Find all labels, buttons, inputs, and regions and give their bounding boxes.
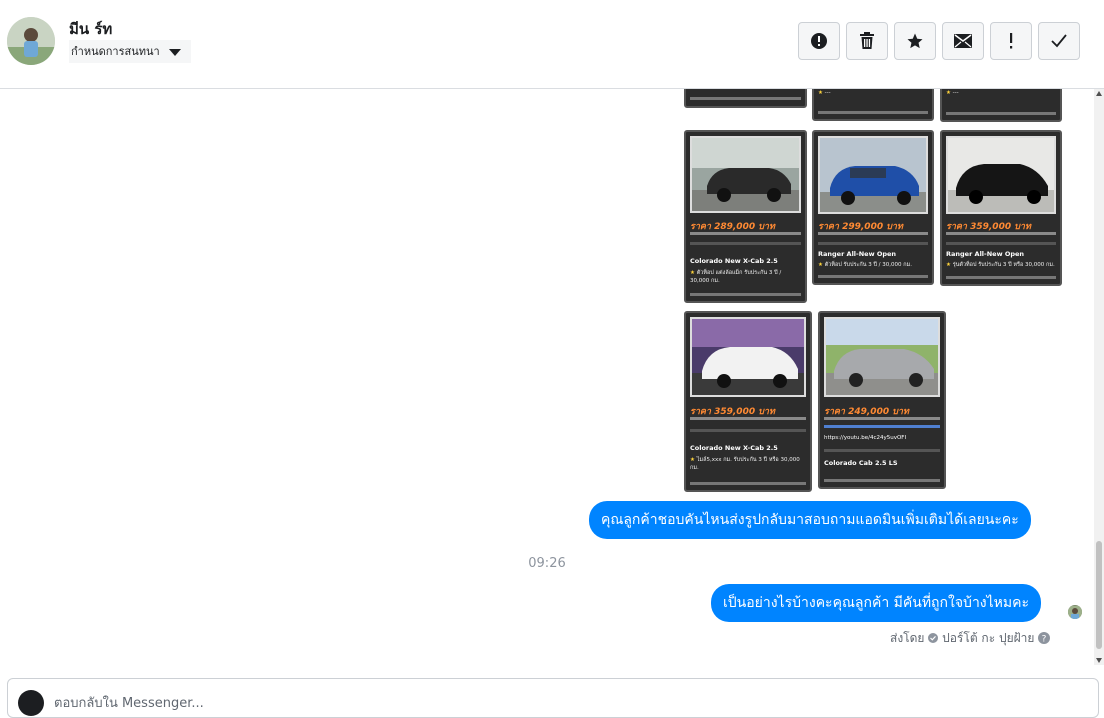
chevron-down-icon xyxy=(169,49,181,56)
car-feature: ★ รุ่นตัวท็อป รับประกัน 3 ปี หรือ 30,000… xyxy=(946,262,1055,268)
car-photo xyxy=(690,317,806,397)
message-thread[interactable]: ★ --- ★ --- ราคา 289,000 บาท Colorado Ne… xyxy=(0,89,1094,665)
car-model: Colorado Cab 2.5 LS xyxy=(824,459,898,467)
thread-scrollbar[interactable] xyxy=(1094,89,1104,665)
car-feature: ★ ไมล์5,xxx กม. รับประกัน 3 ปี หรือ 30,0… xyxy=(690,457,800,471)
car-feature: ★ ตัวท็อป รับประกัน 3 ปี / 30,000 กม. xyxy=(818,262,912,268)
car-feature: ★ ตัวท็อป แต่งล้อแม็ก รับประกัน 3 ปี / 3… xyxy=(690,270,782,284)
car-card-partial[interactable]: ★ --- xyxy=(812,89,934,121)
car-card[interactable]: ราคา 359,000 บาท Colorado New X-Cab 2.5 … xyxy=(684,311,812,492)
car-model: Ranger All-New Open xyxy=(818,250,897,258)
exclamation-icon xyxy=(1010,33,1013,49)
assign-label: กำหนดการสนทนา xyxy=(71,45,160,58)
car-price: ราคา 359,000 บาท xyxy=(690,407,775,417)
message-bubble[interactable]: เป็นอย่างไรบ้างคะคุณลูกค้า มีคันที่ถูกใจ… xyxy=(711,584,1042,622)
scroll-up-arrow[interactable] xyxy=(1096,91,1102,96)
composer-placeholder[interactable]: ตอบกลับใน Messenger... xyxy=(54,692,204,713)
car-model: Colorado New X-Cab 2.5 xyxy=(690,257,778,265)
sender-name[interactable]: ปอร์โต้ กะ ปุยฝ้าย xyxy=(942,631,1034,645)
contact-avatar[interactable] xyxy=(7,17,55,65)
spam-button[interactable] xyxy=(798,22,840,60)
star-icon xyxy=(907,33,923,49)
car-price: ราคา 249,000 บาท xyxy=(824,407,909,417)
car-card[interactable]: ราคา 299,000 บาท Ranger All-New Open ★ ต… xyxy=(812,130,934,285)
page-avatar-icon xyxy=(18,690,44,716)
message-timestamp: 09:26 xyxy=(528,556,566,571)
sent-by-label: ส่งโดย ปอร์โต้ กะ ปุยฝ้าย ? xyxy=(890,629,1051,648)
car-price: ราคา 289,000 บาท xyxy=(690,222,775,232)
help-icon[interactable]: ? xyxy=(1038,632,1051,645)
mark-unread-button[interactable] xyxy=(942,22,984,60)
message-bubble[interactable]: คุณลูกค้าชอบคันไหนส่งรูปกลับมาสอบถามแอดม… xyxy=(589,501,1031,539)
car-feature: https://youtu.be/4c24y5uvOFI xyxy=(824,435,907,441)
trash-icon xyxy=(860,32,874,49)
verified-icon xyxy=(928,633,939,643)
car-model: Colorado New X-Cab 2.5 xyxy=(690,444,778,452)
check-icon xyxy=(1051,34,1067,48)
contact-name[interactable]: มีน ร์ท xyxy=(69,17,112,41)
assign-conversation-dropdown[interactable]: กำหนดการสนทนา xyxy=(69,40,191,63)
car-price: ราคา 299,000 บาท xyxy=(818,222,903,232)
follow-up-button[interactable] xyxy=(990,22,1032,60)
car-card-partial[interactable] xyxy=(684,89,807,108)
conversation-header: มีน ร์ท กำหนดการสนทนา xyxy=(0,0,1104,89)
car-photo xyxy=(824,317,940,397)
car-photo xyxy=(818,136,928,214)
scroll-thumb[interactable] xyxy=(1096,541,1102,649)
car-model: Ranger All-New Open xyxy=(946,250,1025,258)
svg-text:?: ? xyxy=(1042,635,1047,645)
delete-button[interactable] xyxy=(846,22,888,60)
seen-avatar xyxy=(1068,605,1082,619)
car-photo xyxy=(946,136,1056,214)
scroll-down-arrow[interactable] xyxy=(1096,658,1102,663)
alert-circle-icon xyxy=(811,33,827,49)
done-button[interactable] xyxy=(1038,22,1080,60)
reply-composer[interactable]: ตอบกลับใน Messenger... xyxy=(7,678,1099,718)
car-price: ราคา 359,000 บาท xyxy=(946,222,1031,232)
envelope-icon xyxy=(954,34,972,48)
car-photo xyxy=(690,136,801,213)
star-button[interactable] xyxy=(894,22,936,60)
car-card-partial[interactable]: ★ --- xyxy=(940,89,1062,122)
car-card[interactable]: ราคา 249,000 บาท https://youtu.be/4c24y5… xyxy=(818,311,946,489)
car-card[interactable]: ราคา 359,000 บาท Ranger All-New Open ★ ร… xyxy=(940,130,1062,286)
car-card[interactable]: ราคา 289,000 บาท Colorado New X-Cab 2.5 … xyxy=(684,130,807,303)
